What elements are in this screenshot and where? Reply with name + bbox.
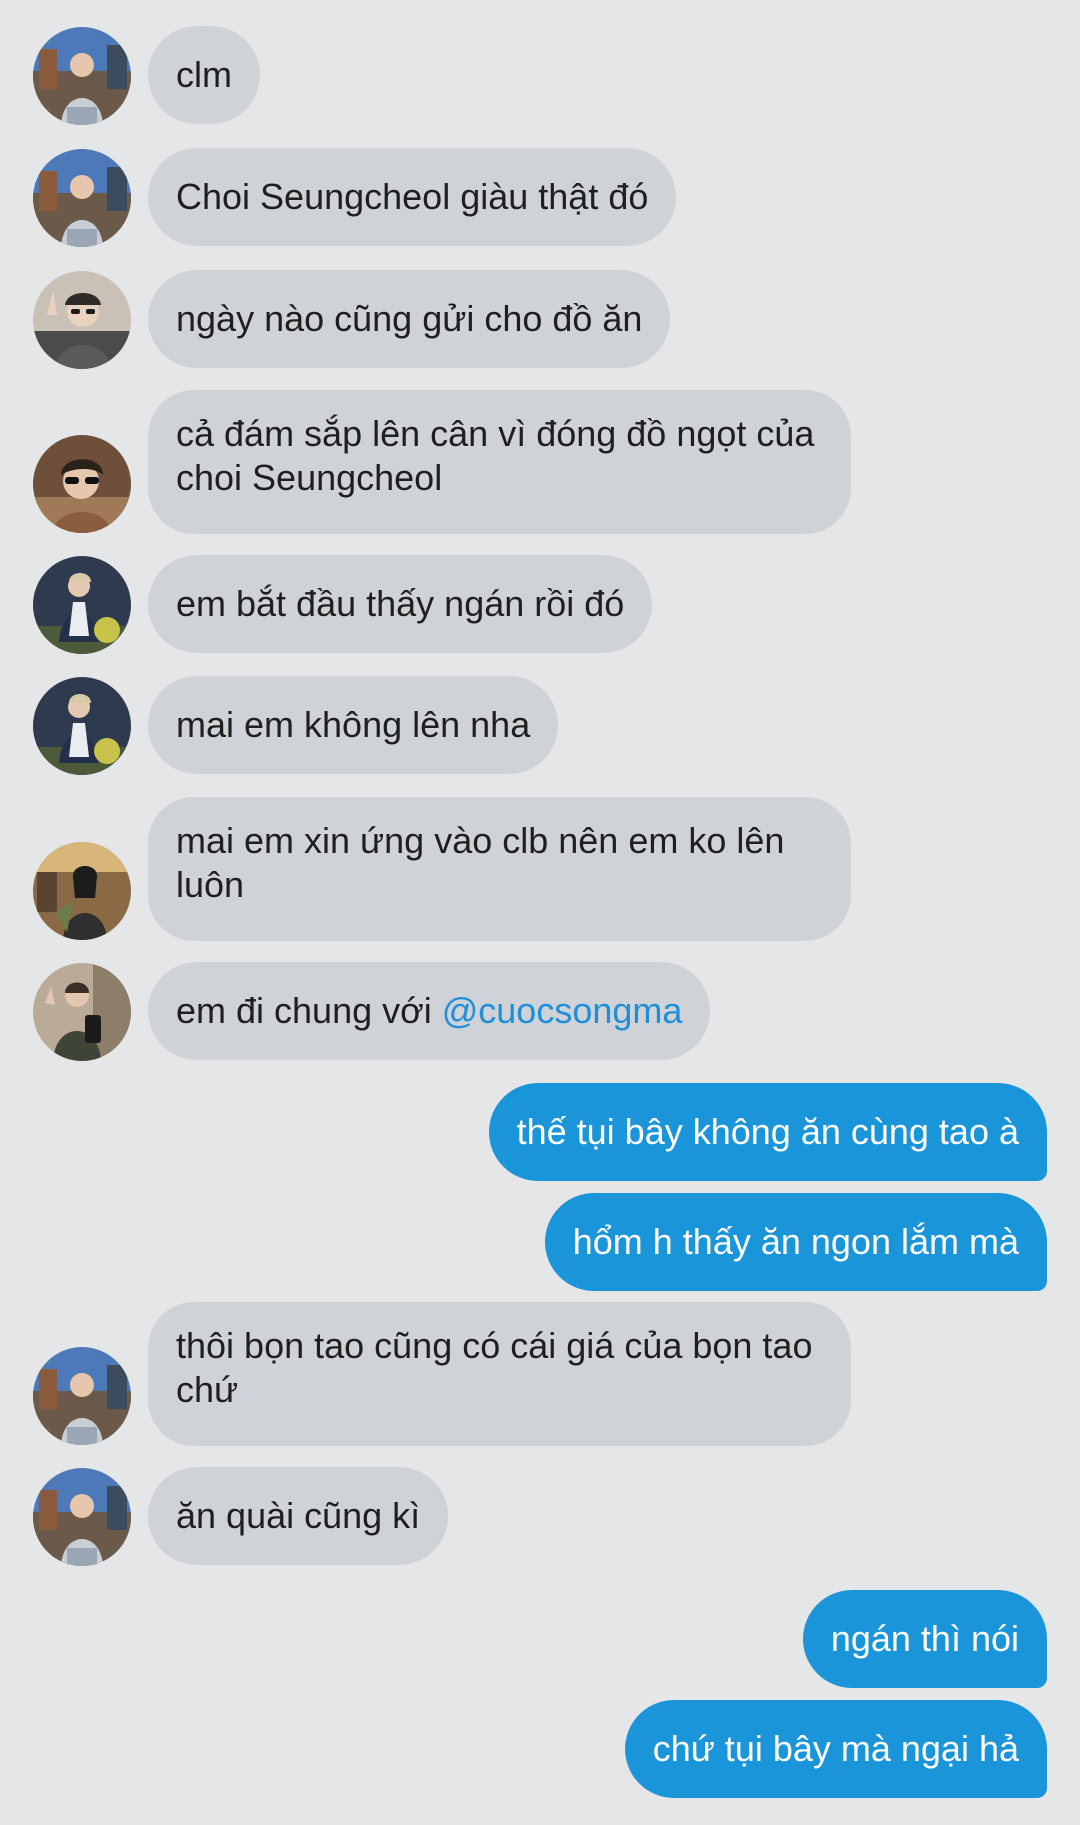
message-row: hổm h thấy ăn ngon lắm mà	[0, 1193, 1080, 1291]
message-row: cả đám sắp lên cân vì đóng đồ ngọt của c…	[0, 390, 1080, 534]
message-bubble-sent[interactable]: chứ tụi bây mà ngại hả	[624, 1700, 1047, 1798]
message-text: mai em không lên nha	[176, 704, 531, 745]
message-row: mai em không lên nha	[0, 676, 1080, 776]
avatar-1-icon[interactable]	[33, 27, 131, 125]
message-bubble-sent[interactable]: hổm h thấy ăn ngon lắm mà	[544, 1193, 1047, 1291]
message-text: em bắt đầu thấy ngán rồi đó	[176, 583, 625, 624]
message-row: mai em xin ứng vào clb nên em ko lên luô…	[0, 797, 1080, 941]
message-text-plain: em đi chung với	[176, 990, 442, 1031]
message-row: ngán thì nói	[0, 1590, 1080, 1688]
message-bubble[interactable]: thôi bọn tao cũng có cái giá của bọn tao…	[148, 1302, 851, 1446]
message-row: em đi chung với @cuocsongma	[0, 962, 1080, 1062]
avatar-4-icon[interactable]	[33, 556, 131, 654]
message-text: em đi chung với @cuocsongma	[176, 989, 682, 1033]
avatar-3-icon[interactable]	[33, 435, 131, 533]
message-row: thôi bọn tao cũng có cái giá của bọn tao…	[0, 1302, 1080, 1446]
message-bubble[interactable]: em đi chung với @cuocsongma	[148, 962, 711, 1060]
message-text: Choi Seungcheol giàu thật đó	[176, 176, 649, 217]
avatar-6-icon[interactable]	[33, 963, 131, 1061]
message-text: ngán thì nói	[830, 1618, 1019, 1659]
avatar-1-icon[interactable]	[33, 1347, 131, 1445]
message-bubble-sent[interactable]: thế tụi bây không ăn cùng tao à	[488, 1083, 1047, 1181]
message-bubble[interactable]: ăn quài cũng kì	[148, 1467, 449, 1565]
message-row: thế tụi bây không ăn cùng tao à	[0, 1083, 1080, 1181]
chat-thread: clm Choi Seungcheol giàu thật đó ngày nà…	[0, 0, 1080, 1825]
message-row: ăn quài cũng kì	[0, 1467, 1080, 1567]
message-text: clm	[176, 54, 232, 95]
message-row: ngày nào cũng gửi cho đồ ăn	[0, 270, 1080, 370]
message-bubble-sent[interactable]: ngán thì nói	[802, 1590, 1047, 1688]
message-bubble[interactable]: Choi Seungcheol giàu thật đó	[148, 148, 677, 246]
mention-link[interactable]: @cuocsongma	[442, 990, 683, 1031]
message-text: mai em xin ứng vào clb nên em ko lên luô…	[176, 820, 785, 905]
message-text: thôi bọn tao cũng có cái giá của bọn tao…	[176, 1325, 813, 1410]
message-text: chứ tụi bây mà ngại hả	[652, 1728, 1019, 1769]
message-text: cả đám sắp lên cân vì đóng đồ ngọt của c…	[176, 413, 815, 498]
message-bubble[interactable]: em bắt đầu thấy ngán rồi đó	[148, 555, 653, 653]
message-bubble[interactable]: cả đám sắp lên cân vì đóng đồ ngọt của c…	[148, 390, 851, 534]
avatar-2-icon[interactable]	[33, 271, 131, 369]
message-row: chứ tụi bây mà ngại hả	[0, 1700, 1080, 1798]
avatar-5-icon[interactable]	[33, 842, 131, 940]
avatar-4-icon[interactable]	[33, 677, 131, 775]
message-row: Choi Seungcheol giàu thật đó	[0, 148, 1080, 248]
message-bubble[interactable]: ngày nào cũng gửi cho đồ ăn	[148, 270, 671, 368]
message-row: clm	[0, 26, 1080, 126]
message-bubble[interactable]: mai em không lên nha	[148, 676, 559, 774]
message-text: ngày nào cũng gửi cho đồ ăn	[176, 298, 643, 339]
message-text: thế tụi bây không ăn cùng tao à	[516, 1111, 1019, 1152]
message-text: ăn quài cũng kì	[176, 1495, 421, 1536]
avatar-1-icon[interactable]	[33, 149, 131, 247]
avatar-1-icon[interactable]	[33, 1468, 131, 1566]
message-bubble[interactable]: clm	[148, 26, 260, 124]
message-row: em bắt đầu thấy ngán rồi đó	[0, 555, 1080, 655]
message-bubble[interactable]: mai em xin ứng vào clb nên em ko lên luô…	[148, 797, 851, 941]
message-text: hổm h thấy ăn ngon lắm mà	[572, 1221, 1019, 1262]
